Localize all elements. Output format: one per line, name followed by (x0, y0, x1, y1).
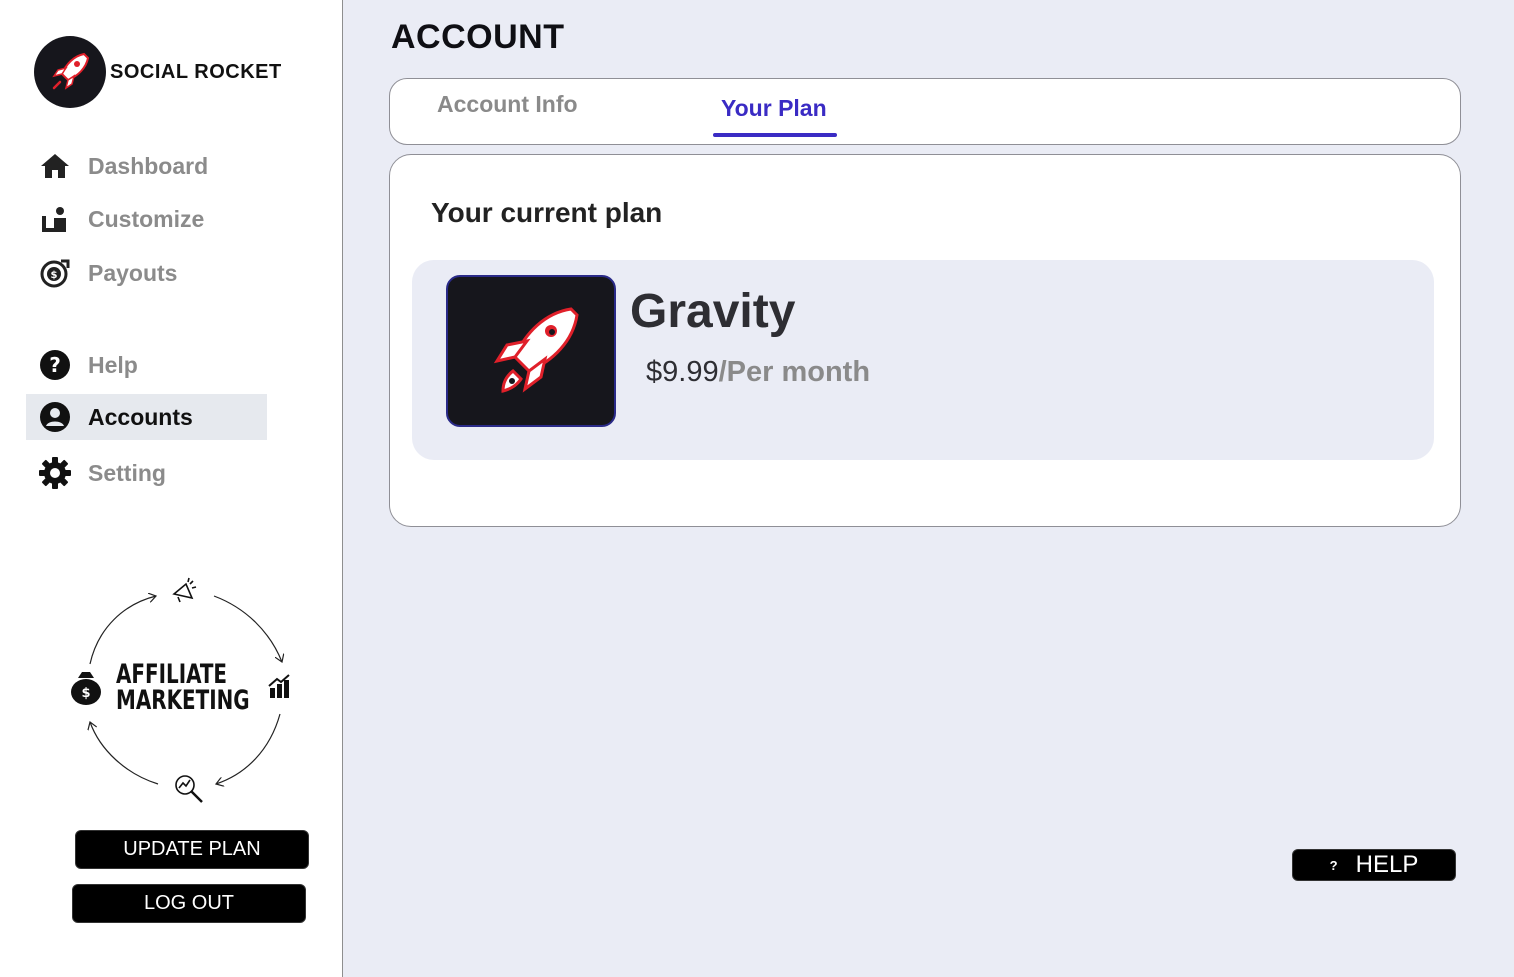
sidebar-item-customize[interactable]: Customize (26, 196, 267, 242)
sidebar-item-dashboard[interactable]: Dashboard (26, 143, 267, 189)
rocket-icon (446, 275, 616, 427)
megaphone-icon (172, 577, 197, 603)
rocket-icon (34, 36, 106, 108)
plan-price-line: $9.99/Per month (646, 356, 870, 389)
gear-icon (38, 456, 72, 490)
help-icon: ? (38, 348, 72, 382)
update-plan-button[interactable]: UPDATE PLAN (75, 830, 309, 869)
home-icon (38, 149, 72, 183)
sidebar-item-label: Payouts (88, 259, 178, 286)
plan-price: $9.99 (646, 356, 719, 388)
affiliate-marketing-graphic: $ AFFILIATE MARKETING (64, 574, 304, 810)
sidebar-item-label: Setting (88, 459, 166, 486)
current-plan-card: Your current plan Gravity $9.99/Per mont… (389, 154, 1461, 527)
help-button-label: HELP (1355, 851, 1419, 878)
sidebar-item-label: Accounts (88, 403, 193, 430)
customize-icon (38, 202, 72, 236)
svg-text:$: $ (81, 686, 90, 701)
question-icon: ? (1329, 857, 1338, 873)
svg-text:?: ? (49, 353, 61, 377)
sidebar: SOCIAL ROCKET Dashboard Customize $ Payo… (0, 0, 343, 977)
affiliate-line2: MARKETING (116, 685, 250, 716)
sidebar-item-help[interactable]: ? Help (26, 342, 267, 388)
plan-period: /Per month (718, 356, 871, 388)
plan-summary: Gravity $9.99/Per month (412, 260, 1434, 460)
plan-name: Gravity (630, 285, 796, 338)
brand-logo[interactable]: SOCIAL ROCKET (34, 36, 282, 108)
tab-your-plan[interactable]: Your Plan (721, 95, 827, 122)
page-title: ACCOUNT (391, 18, 565, 56)
tab-bar: Account Info Your Plan (389, 78, 1461, 145)
sidebar-item-payouts[interactable]: $ Payouts (26, 250, 267, 296)
sidebar-item-label: Help (88, 351, 138, 378)
svg-text:$: $ (51, 270, 58, 281)
sidebar-item-label: Dashboard (88, 152, 209, 179)
magnifier-icon (175, 775, 203, 803)
active-tab-indicator (713, 133, 837, 137)
tab-account-info[interactable]: Account Info (437, 91, 578, 118)
sidebar-item-setting[interactable]: Setting (26, 450, 267, 496)
logout-button[interactable]: LOG OUT (72, 884, 306, 923)
sidebar-item-accounts[interactable]: Accounts (26, 394, 267, 440)
help-button[interactable]: ? HELP (1292, 849, 1456, 881)
growth-chart-icon (268, 674, 290, 698)
brand-name: SOCIAL ROCKET (110, 60, 282, 83)
payouts-icon: $ (38, 256, 72, 290)
money-bag-icon: $ (71, 672, 101, 705)
account-icon (38, 400, 72, 434)
plan-heading: Your current plan (431, 197, 663, 228)
sidebar-item-label: Customize (88, 205, 205, 232)
